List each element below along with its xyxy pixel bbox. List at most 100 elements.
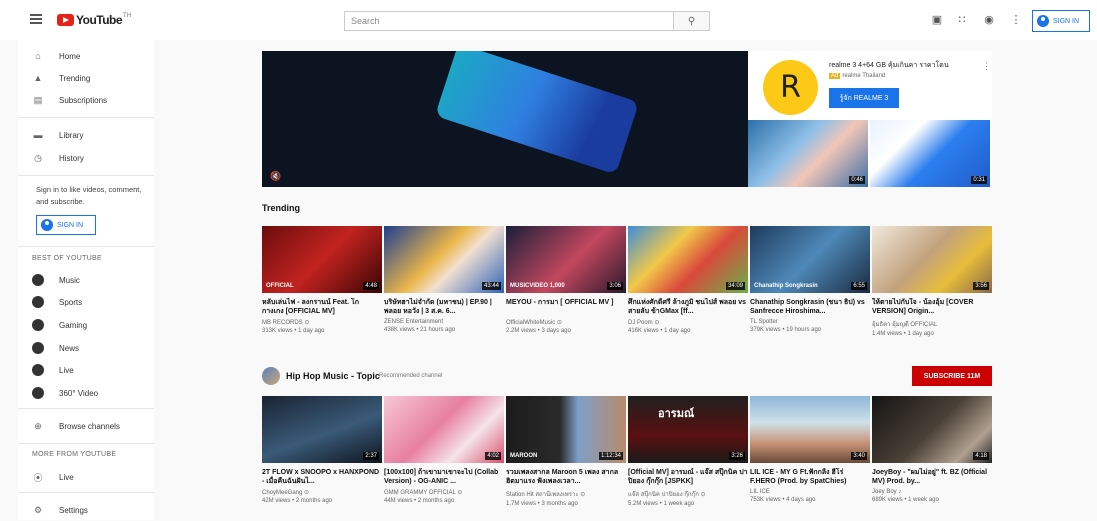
video-card[interactable]: 2:37 2T FLOW x SNOOPO x HANXPOND - เมื่อ…: [262, 396, 382, 504]
more-vert-icon[interactable]: ⋮: [982, 61, 991, 72]
duration-badge: 3:06: [607, 282, 623, 290]
video-thumbnail[interactable]: อารมณ์ 3:26: [628, 396, 748, 463]
subscribe-button[interactable]: SUBSCRIBE 11M: [912, 366, 992, 386]
channel-name[interactable]: DJ Poom ⊙: [628, 319, 748, 326]
sidebar-item-library[interactable]: ▬ Library: [18, 124, 154, 146]
video-card[interactable]: 3:40 LIL ICE - MY G Ft.ฟักกลิ้ง ฮีโร่ F.…: [750, 396, 870, 503]
channel-avatar[interactable]: [262, 367, 280, 385]
video-title[interactable]: JoeyBoy - "ผมไม่อยู่" ft. BZ (Official M…: [872, 468, 992, 486]
channel-name[interactable]: Station Hit สถานีเพลงเพราะ ⊙: [506, 489, 626, 499]
video-card[interactable]: อารมณ์ 3:26 [Official MV] อารมณ์ - แจ๊ส …: [628, 396, 748, 507]
video-meta: 416K views • 1 day ago: [628, 328, 691, 334]
menu-icon[interactable]: [30, 14, 42, 24]
sidebar-item-live[interactable]: Live: [18, 359, 154, 381]
home-icon: ⌂: [35, 51, 41, 61]
ad-thumbnail[interactable]: 0:46: [748, 120, 868, 187]
search-button[interactable]: ⚲: [674, 11, 710, 31]
video-thumbnail[interactable]: 2:37: [262, 396, 382, 463]
channel-name[interactable]: อุ้มธิดา อุ้มญดี OFFICIAL: [872, 319, 992, 329]
video-thumbnail[interactable]: 4:02: [384, 396, 504, 463]
video-title[interactable]: บริษัทฮาไม่จำกัด (มหาชน) | EP.90 | พลอย …: [384, 298, 504, 316]
trending-heading[interactable]: Trending: [262, 203, 300, 213]
channel-name[interactable]: OfficialWhiteMusic ⊙: [506, 319, 626, 326]
ad-cta-button[interactable]: รู้จัก REALME 3: [829, 88, 899, 108]
video-title[interactable]: [Official MV] อารมณ์ - แจ๊ส สปุ๊กนิค ปาป…: [628, 468, 748, 486]
ad-title[interactable]: realme 3 4+64 GB คุ้มเกินคา ราคาโดน: [829, 60, 949, 71]
broadcast-icon: ⦿: [33, 472, 43, 483]
sidebar-item-label: News: [59, 343, 80, 353]
sidebar-item-label: Browse channels: [59, 421, 120, 431]
logo-text: YouTube: [76, 13, 123, 27]
video-title[interactable]: 2T FLOW x SNOOPO x HANXPOND - เมื่อคืนฉั…: [262, 468, 382, 486]
video-thumbnail[interactable]: Chanathip Songkrasin 6:55: [750, 226, 870, 293]
video-thumbnail[interactable]: 43:44: [384, 226, 504, 293]
ad-video-player[interactable]: 🔇: [262, 51, 748, 187]
video-card[interactable]: 4:02 [100x100] ถ้าเขามาเขาจะไป (Collab V…: [384, 396, 504, 504]
channel-name[interactable]: Joey Boy ♪: [872, 489, 992, 495]
video-thumbnail[interactable]: 4:18: [872, 396, 992, 463]
more-vert-icon[interactable]: ⋮: [1010, 14, 1022, 26]
sidebar-item-news[interactable]: News: [18, 337, 154, 359]
apps-grid-icon[interactable]: ∷: [956, 14, 968, 26]
video-thumbnail[interactable]: MUSICVIDEO 1,000 3:06: [506, 226, 626, 293]
search-input[interactable]: Search: [344, 11, 674, 31]
channel-shelf-title[interactable]: Hip Hop Music - Topic: [286, 371, 380, 381]
channel-name[interactable]: TL Spotter: [750, 319, 870, 325]
video-title[interactable]: ศึกแห่งศักดิ์ศรี ล้างภูมิ ชนไปส์ พลอย vs…: [628, 298, 748, 316]
music-icon: [32, 274, 44, 286]
video-thumbnail[interactable]: 3:40: [750, 396, 870, 463]
video-meta: 379K views • 19 hours ago: [750, 327, 822, 333]
video-card[interactable]: MAROON 1:12:34 รวมเพลงสากล Maroon 5 เพลง…: [506, 396, 626, 507]
youtube-logo[interactable]: YouTube TH: [57, 13, 131, 27]
channel-name[interactable]: GMM GRAMMY OFFICIAL ⊙: [384, 489, 504, 496]
sports-icon: [32, 296, 44, 308]
sidebar-divider: [18, 117, 154, 118]
messages-icon[interactable]: ◉: [983, 14, 995, 26]
ad-phone-image: [434, 51, 640, 175]
sidebar-item-360-video[interactable]: 360° Video: [18, 382, 154, 404]
sidebar-divider: [18, 408, 154, 409]
sidebar-item-home[interactable]: ⌂ Home: [18, 45, 154, 67]
video-thumbnail[interactable]: MAROON 1:12:34: [506, 396, 626, 463]
ad-thumbnail[interactable]: 0:31: [870, 120, 990, 187]
video-card[interactable]: Chanathip Songkrasin 6:55 Chanathip Song…: [750, 226, 870, 333]
flame-icon: ▲: [33, 73, 43, 83]
sidebar-item-subscriptions[interactable]: ▤ Subscriptions: [18, 89, 154, 111]
sidebar-item-sports[interactable]: Sports: [18, 291, 154, 313]
video-card[interactable]: OFFICIAL 4:48 หลับเล่นไฟ - ลงกรานน์ Feat…: [262, 226, 382, 334]
video-thumbnail[interactable]: OFFICIAL 4:48: [262, 226, 382, 293]
video-thumbnail[interactable]: 34:09: [628, 226, 748, 293]
channel-name[interactable]: ChoyMeeGang ⊙: [262, 489, 382, 496]
sidebar-item-live-more[interactable]: ⦿ Live: [18, 466, 154, 488]
video-thumbnail[interactable]: 3:56: [872, 226, 992, 293]
video-title[interactable]: รวมเพลงสากล Maroon 5 เพลง สากลฮิตมาแรง ฟ…: [506, 468, 626, 486]
video-title[interactable]: หลับเล่นไฟ - ลงกรานน์ Feat. โก กางเกง [O…: [262, 298, 382, 316]
video-title[interactable]: Chanathip Songkrasin (ชนา ธิป) vs Sanfre…: [750, 298, 870, 316]
sidebar-sign-in-button[interactable]: SIGN IN: [36, 215, 96, 235]
sidebar-item-trending[interactable]: ▲ Trending: [18, 67, 154, 89]
video-title[interactable]: MEYOU - การมา [ OFFICIAL MV ]: [506, 298, 626, 316]
video-card[interactable]: 34:09 ศึกแห่งศักดิ์ศรี ล้างภูมิ ชนไปส์ พ…: [628, 226, 748, 334]
sidebar-item-browse-channels[interactable]: ⊕ Browse channels: [18, 415, 154, 437]
create-video-icon[interactable]: ▣: [931, 14, 943, 26]
sidebar-item-settings[interactable]: ⚙ Settings: [18, 499, 154, 521]
channel-name[interactable]: ZENSE Entertainment: [384, 319, 504, 325]
mute-icon[interactable]: 🔇: [270, 171, 281, 182]
channel-name[interactable]: แจ๊ส สปุ๊กนิค ปาปิยอง กุ๊กกุ๊ก ⊙: [628, 489, 748, 499]
thumbnail-label: MUSICVIDEO 1,000: [510, 283, 565, 289]
video-card[interactable]: 43:44 บริษัทฮาไม่จำกัด (มหาชน) | EP.90 |…: [384, 226, 504, 333]
video-title[interactable]: ให้ตายไปกับใจ - น้องอุ้ม [COVER VERSION]…: [872, 298, 992, 316]
sidebar-item-gaming[interactable]: Gaming: [18, 314, 154, 336]
sidebar-item-music[interactable]: Music: [18, 269, 154, 291]
channel-name[interactable]: MB RECORDS ⊙: [262, 319, 382, 326]
sign-in-button[interactable]: SIGN IN: [1032, 10, 1090, 32]
sidebar-item-history[interactable]: ◷ History: [18, 147, 154, 169]
video-card[interactable]: MUSICVIDEO 1,000 3:06 MEYOU - การมา [ OF…: [506, 226, 626, 334]
video-card[interactable]: 4:18 JoeyBoy - "ผมไม่อยู่" ft. BZ (Offic…: [872, 396, 992, 503]
advertiser-logo[interactable]: R: [763, 60, 818, 115]
channel-name[interactable]: LIL ICE: [750, 489, 870, 495]
video-title[interactable]: LIL ICE - MY G Ft.ฟักกลิ้ง ฮีโร่ F.HERO …: [750, 468, 870, 486]
live-icon: [32, 364, 44, 376]
video-title[interactable]: [100x100] ถ้าเขามาเขาจะไป (Collab Versio…: [384, 468, 504, 486]
video-card[interactable]: 3:56 ให้ตายไปกับใจ - น้องอุ้ม [COVER VER…: [872, 226, 992, 337]
